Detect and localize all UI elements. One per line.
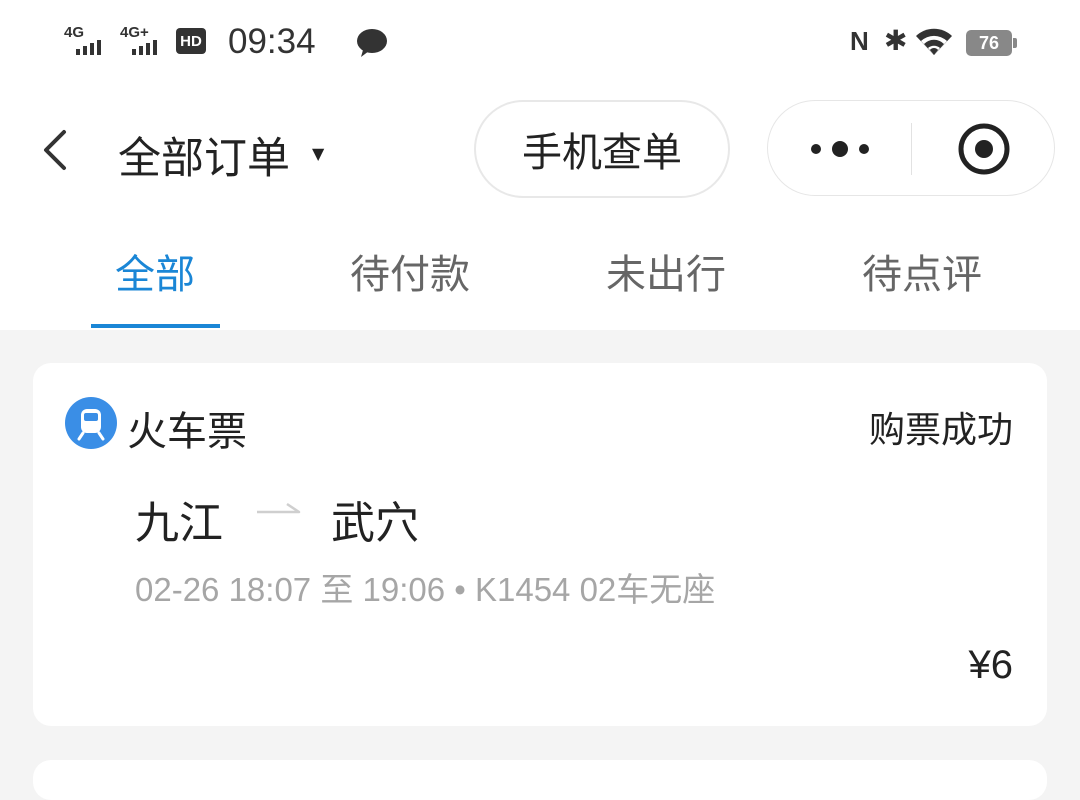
nfc-icon: N: [850, 26, 869, 56]
trip-details: 02-26 18:07 至 19:06 • K1454 02车无座: [135, 563, 715, 611]
chevron-down-icon[interactable]: ▼: [312, 144, 324, 163]
status-bar: 4G 4G+ HD 09:34 N ✱ 76: [0, 0, 1080, 86]
page-title[interactable]: 全部订单: [118, 124, 290, 186]
arrow-right-icon: [257, 502, 301, 514]
signal-label: 4G+: [120, 24, 149, 41]
train-number: K1454 02: [474, 571, 617, 608]
wifi-icon: [916, 28, 952, 55]
battery-icon: 76: [966, 30, 1017, 56]
battery-level: 76: [966, 30, 1012, 56]
seat-type: 车无座: [616, 570, 716, 609]
more-icon[interactable]: [808, 131, 872, 167]
tab-pending-payment[interactable]: 待付款: [350, 242, 470, 300]
order-status: 购票成功: [868, 410, 1013, 451]
back-button[interactable]: [36, 126, 76, 174]
phone-query-button[interactable]: 手机查单: [474, 100, 730, 198]
train-icon: [65, 397, 117, 449]
departure-station: 九江: [135, 498, 223, 549]
message-icon: [357, 29, 387, 57]
tab-all[interactable]: 全部: [115, 242, 195, 300]
bluetooth-icon: ✱: [884, 24, 908, 57]
departure-time: 02-26 18:07: [135, 571, 321, 608]
clock: 09:34: [228, 22, 316, 61]
close-miniprogram-icon[interactable]: [956, 121, 1012, 177]
miniprogram-capsule: [767, 100, 1055, 196]
arrival-time: 19:06: [353, 571, 455, 608]
order-card[interactable]: 火车票 购票成功 九江 武穴 02-26 18:07 至 19:06 • K14…: [33, 363, 1047, 726]
to-word: 至: [320, 570, 354, 609]
tab-upcoming-trip[interactable]: 未出行: [606, 242, 726, 300]
capsule-divider: [911, 123, 912, 175]
signal-label: 4G: [64, 24, 85, 41]
tab-pending-review[interactable]: 待点评: [862, 242, 982, 300]
order-type: 火车票: [127, 409, 247, 455]
active-tab-indicator: [91, 324, 220, 328]
order-price: ¥6: [968, 643, 1014, 687]
separator-dot: •: [454, 571, 475, 608]
hd-voice-icon: HD: [176, 28, 206, 54]
order-card[interactable]: [33, 760, 1047, 800]
arrival-station: 武穴: [331, 498, 419, 549]
